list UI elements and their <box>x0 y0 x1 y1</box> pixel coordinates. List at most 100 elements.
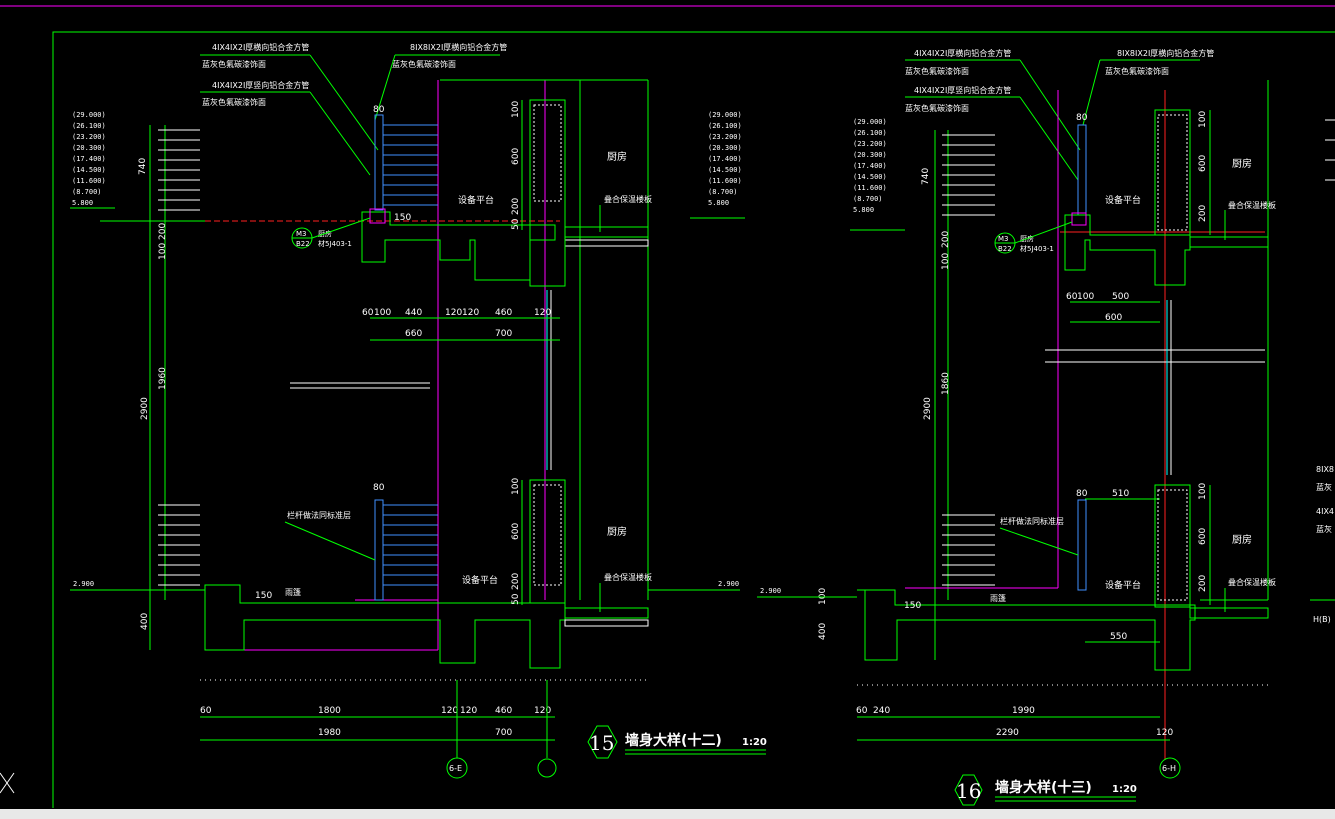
svg-text:设备平台: 设备平台 <box>1105 194 1141 206</box>
note-tube-horizontal-small: 4IX4IX2I厚横向铝合金方管 <box>212 42 309 52</box>
lower-slab: 150 <box>204 479 649 669</box>
railing-lower: 80 <box>373 483 438 601</box>
svg-text:200: 200 <box>1198 575 1208 592</box>
note-finish-1: 蓝灰色氟碳漆饰面 <box>202 59 266 69</box>
svg-text:(17.400): (17.400) <box>853 162 887 170</box>
svg-text:(29.000): (29.000) <box>72 111 106 119</box>
svg-text:150: 150 <box>255 591 272 601</box>
svg-text:120: 120 <box>534 308 551 318</box>
svg-text:(23.200): (23.200) <box>853 140 887 148</box>
svg-text:材5J403-1: 材5J403-1 <box>1020 244 1054 253</box>
svg-text:740: 740 <box>138 158 148 175</box>
svg-text:(17.400): (17.400) <box>708 155 742 163</box>
room-kitchen-upper: 厨房 <box>607 150 627 163</box>
upper-slab: 150 <box>361 99 649 287</box>
svg-text:1960: 1960 <box>158 367 168 390</box>
svg-text:5.800: 5.800 <box>708 199 729 207</box>
svg-text:(11.600): (11.600) <box>853 184 887 192</box>
svg-text:2.900: 2.900 <box>760 587 781 595</box>
svg-text:80: 80 <box>1076 113 1088 123</box>
right-detail-callout: M3 B22 厨房 材5J403-1 <box>994 221 1073 254</box>
svg-text:(17.400): (17.400) <box>72 155 106 163</box>
svg-text:200: 200 <box>511 573 521 590</box>
detail-callout: M3 B22 厨房 材5J403-1 <box>291 217 371 249</box>
svg-text:5.800: 5.800 <box>853 206 874 214</box>
svg-text:100: 100 <box>1198 483 1208 500</box>
svg-text:460: 460 <box>495 706 512 716</box>
note-tube-vertical: 4IX4IX2I厚竖向铝合金方管 <box>212 80 309 90</box>
svg-text:240: 240 <box>873 706 890 716</box>
levels-right: (29.000) (26.100) (23.200) (20.300) (17.… <box>850 118 905 231</box>
platform-lower: 设备平台 <box>462 574 498 586</box>
svg-text:(8.700): (8.700) <box>72 188 102 196</box>
svg-text:2290: 2290 <box>996 728 1019 738</box>
svg-text:蓝灰: 蓝灰 <box>1316 524 1332 534</box>
drawing-frame <box>52 31 1335 808</box>
svg-text:(23.200): (23.200) <box>72 133 106 141</box>
svg-text:400: 400 <box>140 613 150 630</box>
svg-text:400: 400 <box>818 623 828 640</box>
svg-text:材5J403-1: 材5J403-1 <box>318 239 352 248</box>
svg-text:100: 100 <box>158 243 168 260</box>
svg-text:100: 100 <box>941 253 951 270</box>
axis-bubble-empty <box>537 758 557 778</box>
detail-title-16: 墙身大样(十三) <box>995 779 1092 796</box>
svg-text:(8.700): (8.700) <box>853 195 883 203</box>
status-bar <box>0 809 1335 819</box>
room-kitchen-lower: 厨房 <box>607 525 627 538</box>
svg-text:60: 60 <box>200 706 212 716</box>
svg-text:M3: M3 <box>296 230 307 238</box>
svg-text:(23.200): (23.200) <box>708 133 742 141</box>
note-tube-horizontal-large: 8IX8IX2I厚横向铝合金方管 <box>410 42 507 52</box>
svg-text:(14.500): (14.500) <box>853 173 887 181</box>
svg-text:(8.700): (8.700) <box>708 188 738 196</box>
railing-note: 栏杆做法同标准层 <box>287 510 351 520</box>
insulation-upper: 叠合保温楼板 <box>604 194 652 204</box>
svg-text:4IX4IX2I厚横向铝合金方管: 4IX4IX2I厚横向铝合金方管 <box>914 48 1011 58</box>
svg-text:60: 60 <box>856 706 868 716</box>
svg-text:120: 120 <box>462 308 479 318</box>
svg-text:100: 100 <box>511 101 521 118</box>
svg-text:700: 700 <box>495 329 512 339</box>
svg-text:2.900: 2.900 <box>718 580 739 588</box>
note-finish-2: 蓝灰色氟碳漆饰面 <box>202 97 266 107</box>
svg-text:510: 510 <box>1112 489 1129 499</box>
svg-text:蓝灰色氟碳漆饰面: 蓝灰色氟碳漆饰面 <box>905 66 969 76</box>
svg-text:100: 100 <box>1198 111 1208 128</box>
platform-upper: 设备平台 <box>458 194 494 206</box>
note-finish-3: 蓝灰色氟碳漆饰面 <box>392 59 456 69</box>
svg-text:(20.300): (20.300) <box>853 151 887 159</box>
svg-text:150: 150 <box>394 213 411 223</box>
svg-text:200: 200 <box>511 198 521 215</box>
svg-text:60: 60 <box>362 308 374 318</box>
svg-text:蓝灰: 蓝灰 <box>1316 482 1332 492</box>
svg-text:2900: 2900 <box>923 397 933 420</box>
insulation-lower: 叠合保温楼板 <box>604 572 652 582</box>
svg-text:6-H: 6-H <box>1162 764 1176 773</box>
svg-text:200: 200 <box>941 231 951 248</box>
svg-text:1860: 1860 <box>941 372 951 395</box>
svg-text:80: 80 <box>373 105 385 115</box>
levels-left-right: (29.000) (26.100) (23.200) (20.300) (17.… <box>690 111 745 219</box>
svg-text:厨房: 厨房 <box>1232 533 1252 546</box>
cad-drawing-canvas[interactable]: 4IX4IX2I厚横向铝合金方管 蓝灰色氟碳漆饰面 4IX4IX2I厚竖向铝合金… <box>0 0 1335 819</box>
detail-scale-16: 1:20 <box>1112 784 1137 795</box>
svg-text:200: 200 <box>1198 205 1208 222</box>
svg-text:1990: 1990 <box>1012 706 1035 716</box>
svg-text:100: 100 <box>511 478 521 495</box>
svg-text:6-E: 6-E <box>449 764 462 773</box>
svg-text:120: 120 <box>534 706 551 716</box>
svg-text:(26.100): (26.100) <box>853 129 887 137</box>
svg-text:8IX8: 8IX8 <box>1316 465 1334 474</box>
svg-text:1800: 1800 <box>318 706 341 716</box>
svg-text:50: 50 <box>511 218 521 230</box>
detail-title: 墙身大样(十二) <box>625 732 722 749</box>
svg-text:4IX4IX2I厚竖向铝合金方管: 4IX4IX2I厚竖向铝合金方管 <box>914 85 1011 95</box>
svg-text:蓝灰色氟碳漆饰面: 蓝灰色氟碳漆饰面 <box>1105 66 1169 76</box>
svg-text:叠合保温楼板: 叠合保温楼板 <box>1228 200 1276 210</box>
svg-text:700: 700 <box>495 728 512 738</box>
svg-text:550: 550 <box>1110 632 1127 642</box>
svg-text:150: 150 <box>904 601 921 611</box>
svg-text:2900: 2900 <box>140 397 150 420</box>
detail-16: 4IX4IX2I厚横向铝合金方管 蓝灰色氟碳漆饰面 4IX4IX2I厚竖向铝合金… <box>757 48 1335 806</box>
